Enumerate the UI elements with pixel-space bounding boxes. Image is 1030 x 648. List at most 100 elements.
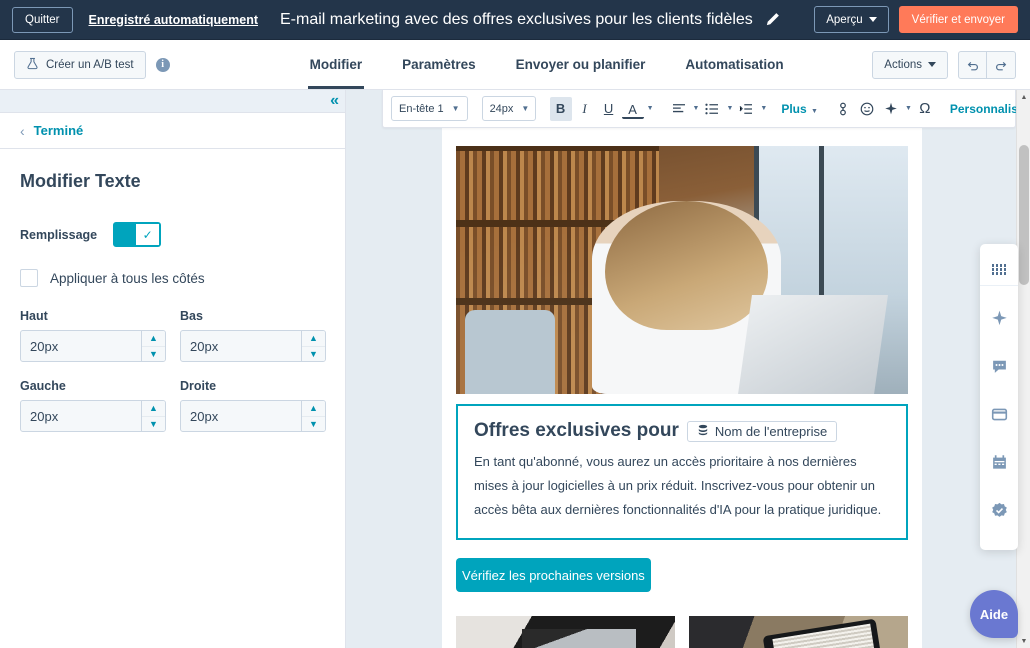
- help-button[interactable]: Aide: [970, 590, 1018, 638]
- autosave-status[interactable]: Enregistré automatiquement: [89, 13, 258, 27]
- chevron-down-icon[interactable]: ▼: [693, 105, 700, 112]
- padding-top-label: Haut: [20, 309, 166, 323]
- apply-all-sides-label: Appliquer à tous les côtés: [50, 271, 205, 286]
- chat-bubble-icon[interactable]: [980, 342, 1018, 390]
- padding-fields-grid: Haut ▲ ▼ Bas ▲ ▼: [20, 309, 325, 449]
- editor-tabs: Modifier Paramètres Envoyer ou planifier…: [290, 40, 804, 89]
- sidebar-panel-body: Modifier Texte Remplissage ✓ Appliquer à…: [0, 149, 345, 449]
- chevron-down-icon[interactable]: ▼: [647, 105, 654, 112]
- tab-envoyer-ou-planifier[interactable]: Envoyer ou planifier: [496, 40, 666, 89]
- spin-down-icon[interactable]: ▼: [142, 346, 165, 362]
- hero-image[interactable]: [456, 146, 908, 394]
- actions-button-label: Actions: [884, 59, 922, 71]
- underline-button[interactable]: U: [598, 97, 620, 121]
- scroll-down-icon[interactable]: ▼: [1017, 634, 1030, 648]
- calendar-icon[interactable]: [980, 438, 1018, 486]
- browser-window-icon[interactable]: [980, 390, 1018, 438]
- sidebar-done-row[interactable]: ‹ Terminé: [0, 113, 345, 149]
- spin-down-icon[interactable]: ▼: [302, 346, 325, 362]
- database-icon: [697, 424, 709, 439]
- sidebar-collapse-strip: «: [0, 90, 345, 113]
- sparkle-icon[interactable]: [980, 294, 1018, 342]
- padding-toggle[interactable]: ✓: [113, 222, 161, 247]
- scrollbar-thumb[interactable]: [1019, 145, 1029, 285]
- padding-top-stepper[interactable]: ▲ ▼: [20, 330, 166, 362]
- spin-down-icon[interactable]: ▼: [142, 416, 165, 432]
- font-size-select[interactable]: 24px ▼: [482, 96, 536, 121]
- rich-text-toolbar: En-tête 1 ▼ 24px ▼ B I U A ▼ ▼: [382, 90, 1016, 128]
- link-icon[interactable]: [832, 97, 854, 121]
- text-style-select[interactable]: En-tête 1 ▼: [391, 96, 468, 121]
- chevron-double-left-icon[interactable]: «: [330, 91, 339, 111]
- tab-automatisation[interactable]: Automatisation: [665, 40, 803, 89]
- indent-icon[interactable]: [735, 97, 757, 121]
- selected-text-module[interactable]: Offres exclusives pour Nom de l'entrepri…: [456, 404, 908, 540]
- bullet-list-icon[interactable]: [701, 97, 723, 121]
- chevron-down-icon: [869, 17, 877, 22]
- omega-icon[interactable]: Ω: [914, 97, 936, 121]
- padding-left-stepper[interactable]: ▲ ▼: [20, 400, 166, 432]
- preview-button-label: Aperçu: [826, 14, 862, 26]
- chevron-left-icon: ‹: [20, 123, 25, 139]
- info-icon[interactable]: i: [156, 58, 170, 72]
- actions-button[interactable]: Actions: [872, 51, 948, 79]
- tab-parametres[interactable]: Paramètres: [382, 40, 496, 89]
- thumbnail-image-right[interactable]: [689, 616, 908, 648]
- chevron-down-icon: [928, 62, 936, 67]
- chevron-down-icon[interactable]: ▼: [760, 105, 767, 112]
- undo-icon[interactable]: [958, 51, 987, 79]
- align-left-icon[interactable]: [668, 97, 690, 121]
- hero-laptop: [738, 295, 888, 394]
- email-canvas: En-tête 1 ▼ 24px ▼ B I U A ▼ ▼: [346, 90, 1030, 648]
- review-and-send-button[interactable]: Vérifier et envoyer: [899, 6, 1018, 33]
- panel-title: Modifier Texte: [20, 171, 325, 192]
- chevron-down-icon[interactable]: ▼: [726, 105, 733, 112]
- font-size-value: 24px: [490, 103, 514, 115]
- left-sidebar: « ‹ Terminé Modifier Texte Remplissage ✓…: [0, 90, 346, 648]
- done-label: Terminé: [34, 123, 84, 138]
- padding-bottom-input[interactable]: [181, 331, 301, 361]
- email-heading-text: Offres exclusives pour: [474, 420, 679, 442]
- cta-button[interactable]: Vérifiez les prochaines versions: [456, 558, 651, 592]
- emoji-icon[interactable]: [856, 97, 878, 121]
- spin-up-icon[interactable]: ▲: [302, 401, 325, 416]
- padding-field-bottom: Bas ▲ ▼: [180, 309, 326, 379]
- vertical-scrollbar[interactable]: ▲ ▼: [1016, 90, 1030, 648]
- drag-handle-icon[interactable]: [980, 254, 1018, 286]
- padding-left-input[interactable]: [21, 401, 141, 431]
- apply-all-sides-checkbox[interactable]: [20, 269, 38, 287]
- create-ab-test-button[interactable]: Créer un A/B test: [14, 51, 146, 79]
- padding-bottom-spin-buttons: ▲ ▼: [301, 331, 325, 361]
- quit-button[interactable]: Quitter: [12, 7, 73, 33]
- spin-up-icon[interactable]: ▲: [142, 331, 165, 346]
- top-bar-actions: Aperçu Vérifier et envoyer: [814, 6, 1018, 33]
- italic-button[interactable]: I: [574, 97, 596, 121]
- chevron-down-icon[interactable]: ▼: [905, 105, 912, 112]
- pencil-icon[interactable]: [765, 12, 780, 27]
- bold-button[interactable]: B: [550, 97, 572, 121]
- padding-top-input[interactable]: [21, 331, 141, 361]
- spin-down-icon[interactable]: ▼: [302, 416, 325, 432]
- redo-icon[interactable]: [987, 51, 1016, 79]
- padding-top-spin-buttons: ▲ ▼: [141, 331, 165, 361]
- chevron-down-icon: ▼: [811, 108, 818, 115]
- right-tool-rail: [980, 244, 1018, 550]
- padding-left-label: Gauche: [20, 379, 166, 393]
- scroll-up-icon[interactable]: ▲: [1017, 90, 1030, 104]
- padding-right-stepper[interactable]: ▲ ▼: [180, 400, 326, 432]
- padding-bottom-stepper[interactable]: ▲ ▼: [180, 330, 326, 362]
- padding-right-input[interactable]: [181, 401, 301, 431]
- check-badge-icon[interactable]: [980, 486, 1018, 534]
- personalization-token[interactable]: Nom de l'entreprise: [687, 421, 837, 442]
- font-color-button[interactable]: A: [622, 101, 644, 119]
- email-editor-app: Quitter Enregistré automatiquement E-mai…: [0, 0, 1030, 648]
- tab-modifier[interactable]: Modifier: [290, 40, 383, 89]
- preview-button[interactable]: Aperçu: [814, 6, 888, 33]
- sparkle-icon[interactable]: [880, 97, 902, 121]
- more-options-button[interactable]: Plus ▼: [781, 102, 818, 116]
- more-options-label: Plus: [781, 102, 806, 116]
- create-ab-test-label: Créer un A/B test: [46, 59, 134, 71]
- thumbnail-image-left[interactable]: [456, 616, 675, 648]
- spin-up-icon[interactable]: ▲: [142, 401, 165, 416]
- spin-up-icon[interactable]: ▲: [302, 331, 325, 346]
